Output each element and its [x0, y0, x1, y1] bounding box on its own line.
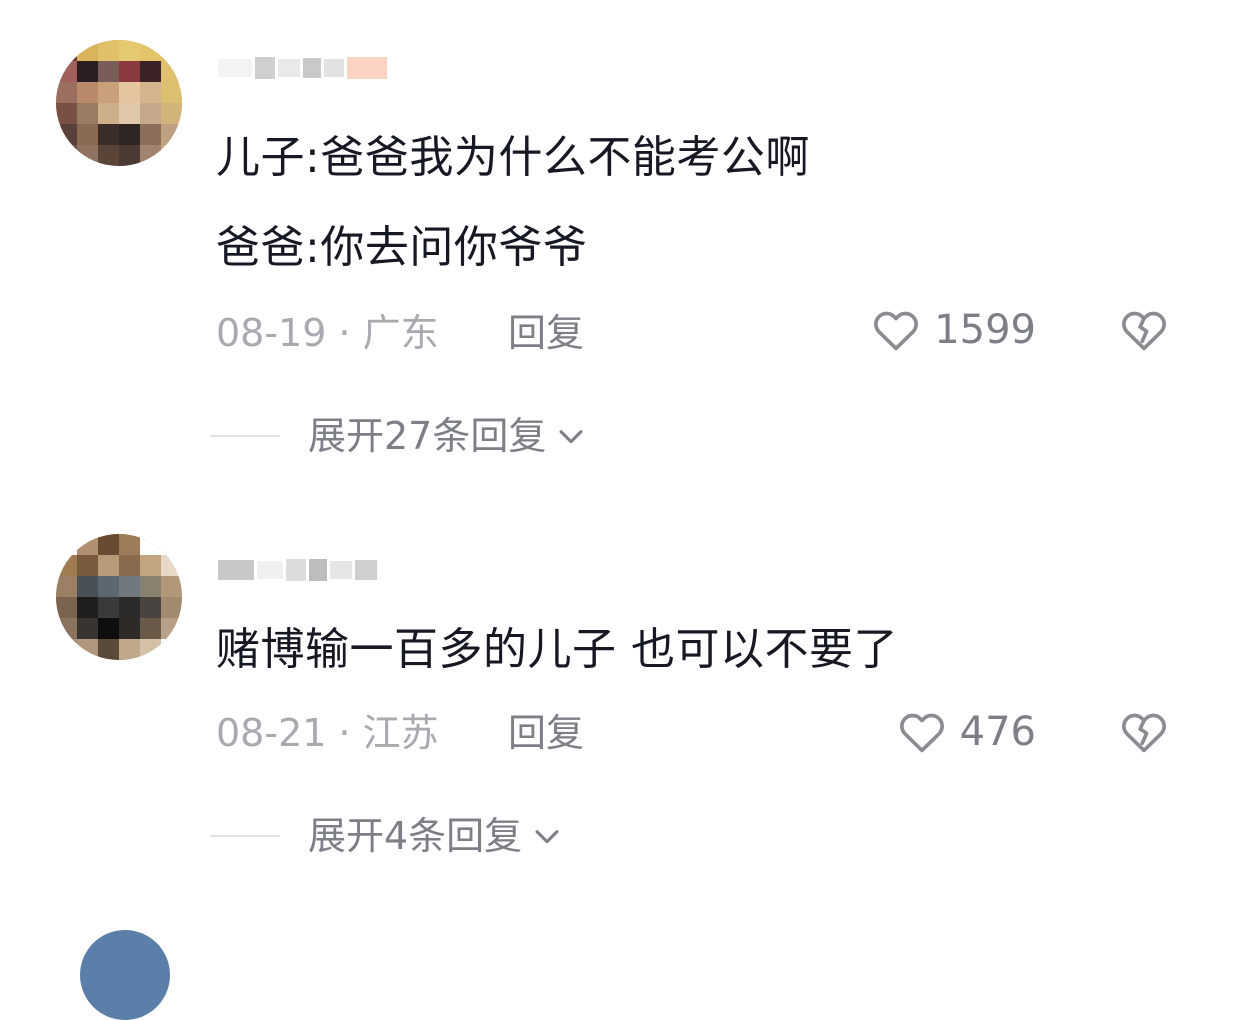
like-count: 476 — [959, 709, 1036, 755]
avatar[interactable] — [56, 534, 182, 660]
comment-item: 赌博输一百多的儿子 也可以不要了 08-21 · 江苏 回复 476 展开4条回… — [0, 0, 1240, 938]
broken-heart-icon — [1122, 713, 1166, 753]
username-masked[interactable] — [218, 550, 380, 590]
expand-replies-label: 展开4条回复 — [308, 814, 523, 858]
avatar[interactable] — [80, 930, 170, 1020]
pixelated-avatar-icon — [56, 534, 182, 660]
reply-button[interactable]: 回复 — [508, 710, 584, 756]
expand-replies-button[interactable]: 展开4条回复 — [210, 810, 564, 862]
chevron-down-icon — [530, 819, 564, 853]
comment-date-location: 08-21 · 江苏 — [216, 711, 439, 755]
dislike-button[interactable] — [1116, 706, 1172, 758]
divider — [210, 835, 280, 837]
heart-icon — [899, 713, 944, 753]
comment-text-line: 赌博输一百多的儿子 也可以不要了 — [216, 624, 898, 675]
like-button[interactable]: 476 — [894, 706, 1036, 758]
